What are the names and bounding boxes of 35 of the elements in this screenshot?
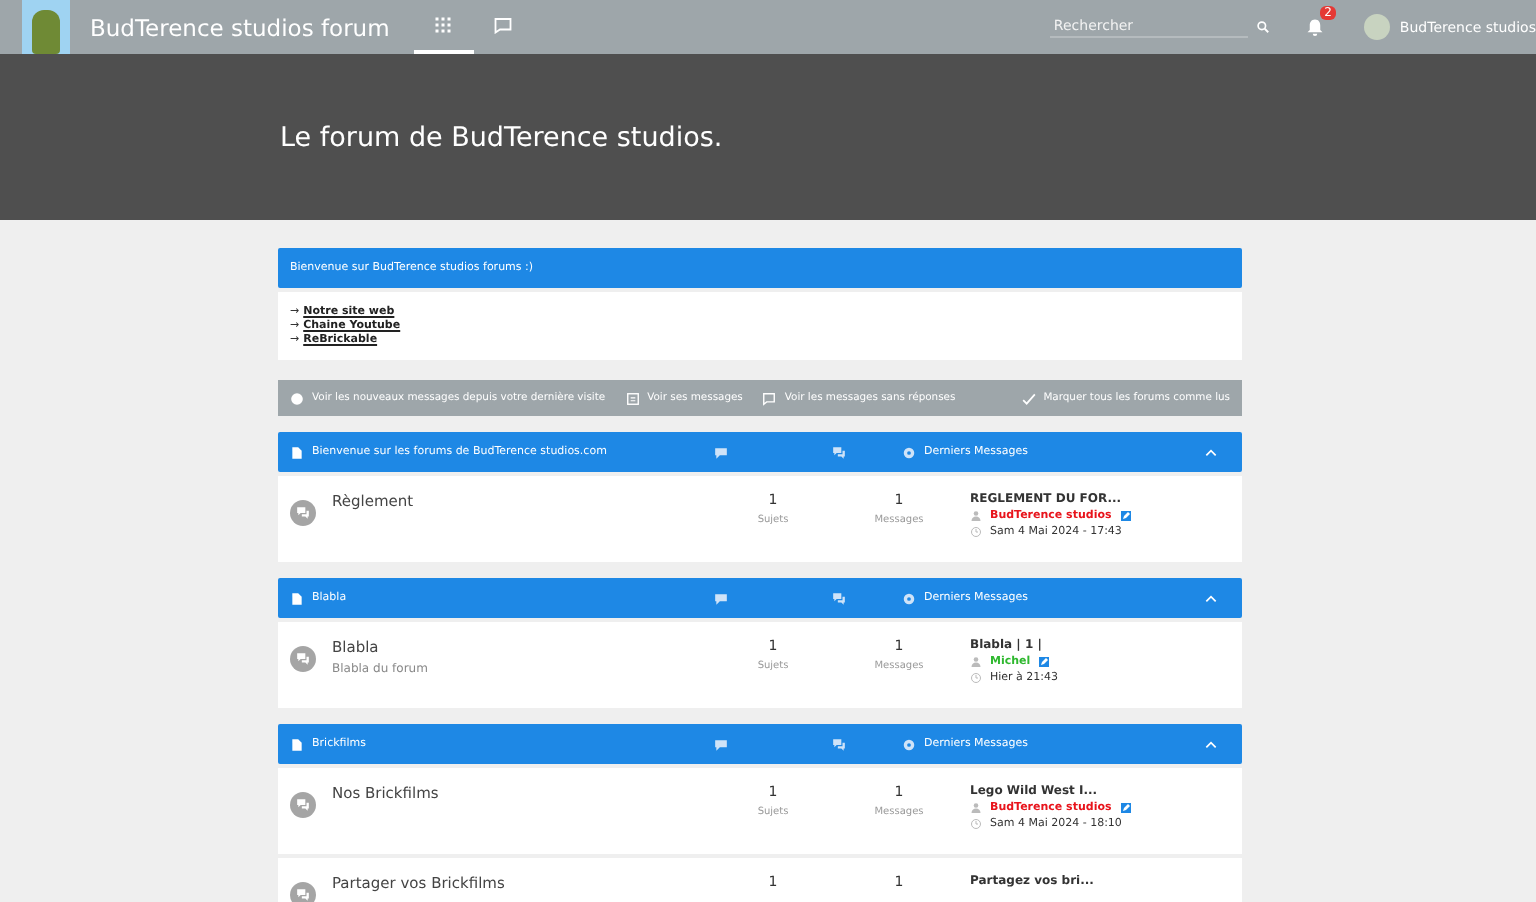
person-icon	[970, 656, 982, 668]
chat-icon	[494, 16, 513, 34]
site-title[interactable]: BudTerence studios forum	[90, 13, 390, 41]
clock-icon	[970, 672, 982, 684]
edit-icon	[1038, 656, 1051, 668]
bell-icon	[1305, 18, 1324, 36]
person-icon	[970, 802, 982, 814]
messages-icon	[832, 445, 846, 459]
banner-title: Le forum de BudTerence studios.	[280, 121, 723, 153]
chevron-icon	[1203, 445, 1217, 459]
chevron-icon	[1203, 737, 1217, 751]
document-icon	[290, 591, 304, 605]
person-icon	[970, 510, 982, 522]
edit-icon	[1119, 510, 1132, 522]
check-icon	[1021, 391, 1036, 405]
document-icon	[290, 737, 304, 751]
grid-icon	[434, 16, 453, 34]
topics-icon	[714, 737, 728, 751]
document-icon	[290, 445, 304, 459]
search-icon	[1255, 20, 1270, 34]
clock-icon	[970, 526, 982, 538]
topics-icon	[714, 591, 728, 605]
user-avatar[interactable]	[1363, 14, 1390, 40]
bubbles-icon	[296, 506, 310, 520]
unanswered-icon	[762, 391, 777, 405]
chevron-icon	[1203, 591, 1217, 605]
messages-icon	[832, 591, 846, 605]
forum-logo[interactable]	[22, 0, 70, 54]
bubbles-icon	[296, 888, 310, 902]
topics-icon	[714, 445, 728, 459]
clock-icon	[970, 818, 982, 830]
edit-icon	[1119, 802, 1132, 814]
bubbles-icon	[296, 798, 310, 812]
bubbles-icon	[296, 652, 310, 666]
messages-icon	[832, 737, 846, 751]
